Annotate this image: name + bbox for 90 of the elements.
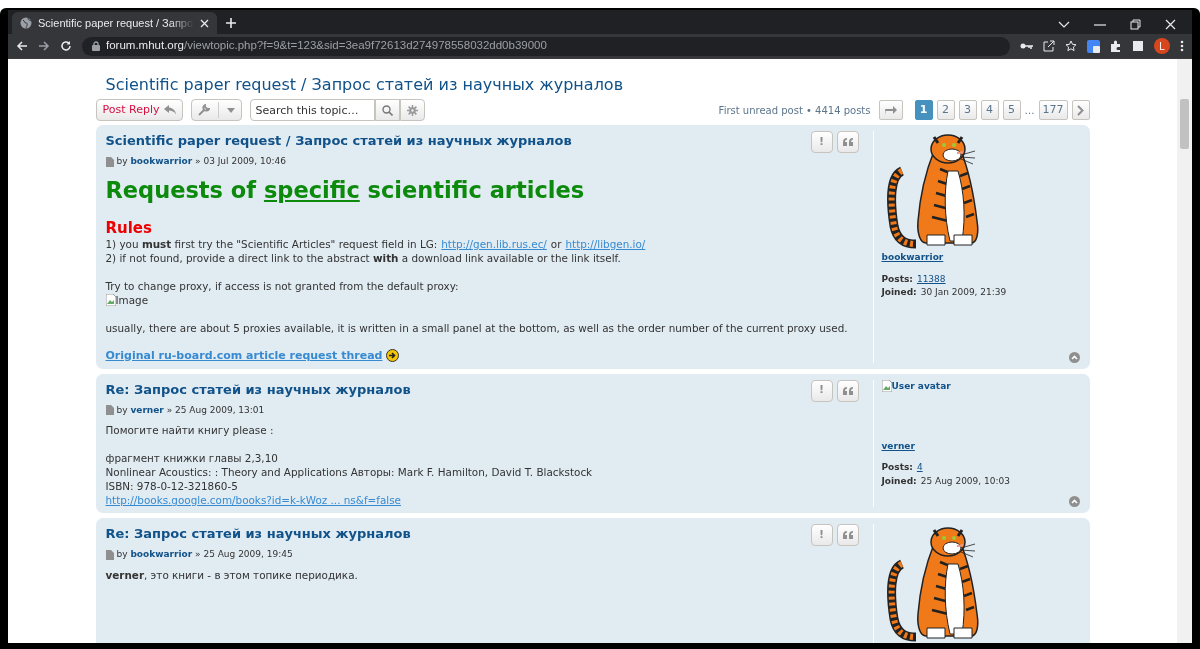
post-text: фрагмент книжки главы 2,3,10: [105, 451, 278, 465]
search-field[interactable]: Search this topic…: [250, 99, 376, 121]
post-text: usually, there are about 5 proxies available, it is written in a small panel at the bottom, as well as the order number of the current proxy used.: [105, 320, 848, 335]
tools-dropdown-button[interactable]: [191, 99, 243, 121]
plus-icon: [225, 17, 237, 29]
arrow-icon: [884, 105, 897, 115]
post-text: 2) if not found, provide a direct link to the abstract with a download link available or the link itself.: [105, 250, 621, 265]
username-link[interactable]: verner: [881, 439, 1080, 453]
close-icon[interactable]: [200, 18, 209, 28]
join-date: 25 Aug 2009, 10:03: [920, 474, 1010, 488]
broken-avatar-image: User avatar: [881, 379, 1080, 440]
topic-title[interactable]: Scientific paper request / Запрос статей из научных журналов: [105, 73, 1090, 97]
page-link[interactable]: 3: [958, 100, 977, 120]
quote-button[interactable]: [836, 131, 859, 153]
quote-button[interactable]: [836, 524, 859, 546]
pagination-ellipsis: …: [1024, 103, 1035, 118]
share-icon[interactable]: [1043, 40, 1055, 52]
document-icon: [105, 405, 114, 416]
report-button[interactable]: !: [810, 379, 833, 402]
page-link[interactable]: 4: [980, 100, 999, 120]
post-text: verner, это книги - в этом топике периодика.: [105, 567, 358, 582]
post-link[interactable]: http://libgen.io/: [565, 236, 646, 251]
stat-label: Joined:: [881, 286, 917, 299]
arrow-circle-icon: [386, 349, 400, 362]
report-button[interactable]: !: [810, 524, 833, 546]
post-author-line: by verner » 25 Aug 2009, 13:01: [116, 403, 265, 417]
post-title[interactable]: Re: Запрос статей из научных журналов: [105, 524, 811, 544]
post-text: Nonlinear Acoustics: : Theory and Applications Авторы: Mark F. Hamilton, David T. Blackstock: [105, 465, 593, 479]
post-text: or: [550, 236, 562, 251]
stat-label: Joined:: [881, 474, 917, 488]
quote-button[interactable]: [836, 379, 859, 402]
profile-avatar[interactable]: L: [1154, 38, 1170, 54]
document-icon: [105, 156, 114, 167]
close-icon[interactable]: [1165, 19, 1176, 30]
broken-image: Image: [105, 292, 859, 307]
jump-to-page-button[interactable]: [878, 100, 903, 120]
post-count-link[interactable]: 4: [916, 461, 923, 475]
menu-icon[interactable]: [1180, 40, 1184, 52]
post-heading: Requests of specific scientific articles: [105, 175, 586, 205]
search-icon: [382, 104, 394, 116]
star-icon[interactable]: [1065, 40, 1077, 52]
forward-icon[interactable]: [38, 40, 50, 52]
post-title[interactable]: Re: Запрос статей из научных журналов: [105, 379, 811, 399]
wrench-icon: [198, 104, 211, 116]
reload-icon[interactable]: [60, 40, 72, 52]
chevron-right-icon: [1077, 104, 1084, 116]
stat-label: Posts:: [881, 272, 913, 286]
page-link[interactable]: 177: [1038, 100, 1068, 120]
next-page-button[interactable]: [1071, 100, 1090, 120]
back-to-top-icon[interactable]: [1068, 496, 1080, 507]
quote-icon: [842, 386, 853, 395]
scrollbar[interactable]: [1177, 59, 1192, 643]
page-link[interactable]: 2: [936, 100, 955, 120]
post-text: Помогите найти книгу please :: [105, 423, 274, 437]
join-date: 30 Jan 2009, 21:39: [920, 286, 1007, 299]
post-link[interactable]: http://gen.lib.rus.ec/: [441, 236, 547, 251]
stat-label: Posts:: [881, 461, 913, 474]
gear-icon: [407, 104, 419, 116]
post-count-link[interactable]: 11388: [916, 272, 946, 286]
username-link[interactable]: bookwarrior: [881, 251, 1080, 265]
post-link[interactable]: http://books.google.com/books?id=k-kWoz ... ns&f=false: [105, 493, 401, 507]
page-link[interactable]: 5: [1002, 100, 1021, 120]
post-reply-button[interactable]: Post Reply: [95, 99, 184, 121]
reply-icon: [164, 105, 177, 115]
minimize-icon[interactable]: [1094, 23, 1106, 26]
post-text: ISBN: 978-0-12-321860-5: [105, 479, 238, 493]
advanced-search-button[interactable]: [400, 99, 426, 121]
puzzle-icon[interactable]: [1110, 40, 1122, 52]
quote-icon: [842, 138, 853, 146]
lock-icon: [92, 41, 100, 51]
search-button[interactable]: [375, 99, 401, 121]
post-title[interactable]: Scientific paper request / Запрос статей из научных журналов: [105, 131, 811, 151]
globe-icon: [20, 17, 32, 29]
report-button[interactable]: !: [810, 131, 833, 153]
post-author-line: by bookwarrior » 03 Jul 2009, 10:46: [116, 155, 286, 168]
page-link[interactable]: 1: [914, 100, 933, 120]
post-link[interactable]: Original ru-board.com article request thread: [105, 348, 383, 363]
post-author-line: by bookwarrior » 25 Aug 2009, 19:45: [116, 548, 293, 561]
quote-icon: [842, 531, 853, 539]
post-text: 1) you must first try the "Scientific Articles" request field in LG:: [105, 236, 438, 251]
post-subheading: Rules: [105, 218, 153, 237]
back-to-top-icon[interactable]: [1068, 351, 1080, 363]
document-icon: [105, 549, 114, 560]
caret-icon: [227, 107, 236, 113]
restore-icon[interactable]: [1130, 19, 1141, 30]
address-bar[interactable]: forum.mhut.org/viewtopic.php?f=9&t=123&sid=3ea9f72613d274978558032dd0b39000: [82, 36, 1010, 56]
back-icon[interactable]: [16, 40, 28, 52]
post-text: Try to change proxy, if access is not granted from the default proxy:: [105, 278, 459, 293]
key-icon[interactable]: [1020, 42, 1033, 50]
post-count: First unread post • 4414 posts: [718, 103, 871, 118]
